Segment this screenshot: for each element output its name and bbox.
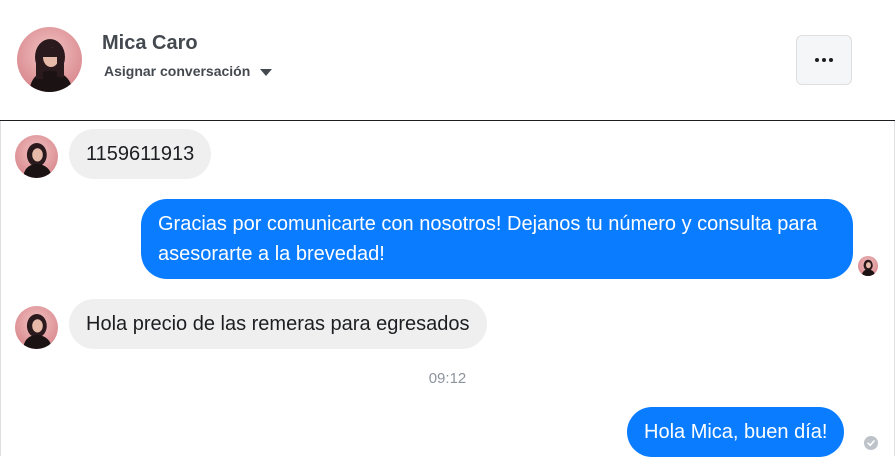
contact-avatar-small [15,306,58,349]
contact-avatar-small [15,135,58,178]
assign-conversation-dropdown[interactable]: Asignar conversación [104,63,273,79]
outgoing-message-bubble: Gracias por comunicarte con nosotros! De… [141,199,853,279]
outgoing-message-bubble: Hola Mica, buen día! [627,407,845,457]
message-timestamp: 09:12 [428,370,467,387]
more-options-icon [815,58,833,62]
conversation-header: Mica Caro Asignar conversación [0,0,895,121]
incoming-message-bubble: 1159611913 [69,129,212,179]
caret-down-icon [260,69,273,76]
incoming-message-bubble: Hola precio de las remeras para egresado… [69,299,487,349]
more-options-button[interactable] [796,35,852,85]
contact-photo [15,135,58,178]
contact-avatar[interactable] [17,27,82,92]
check-icon [864,436,878,450]
contact-photo [15,306,58,349]
contact-photo [858,256,878,276]
seen-avatar [858,256,878,276]
assign-conversation-label: Asignar conversación [104,63,251,79]
contact-photo [17,27,82,92]
contact-name: Mica Caro [102,32,198,54]
